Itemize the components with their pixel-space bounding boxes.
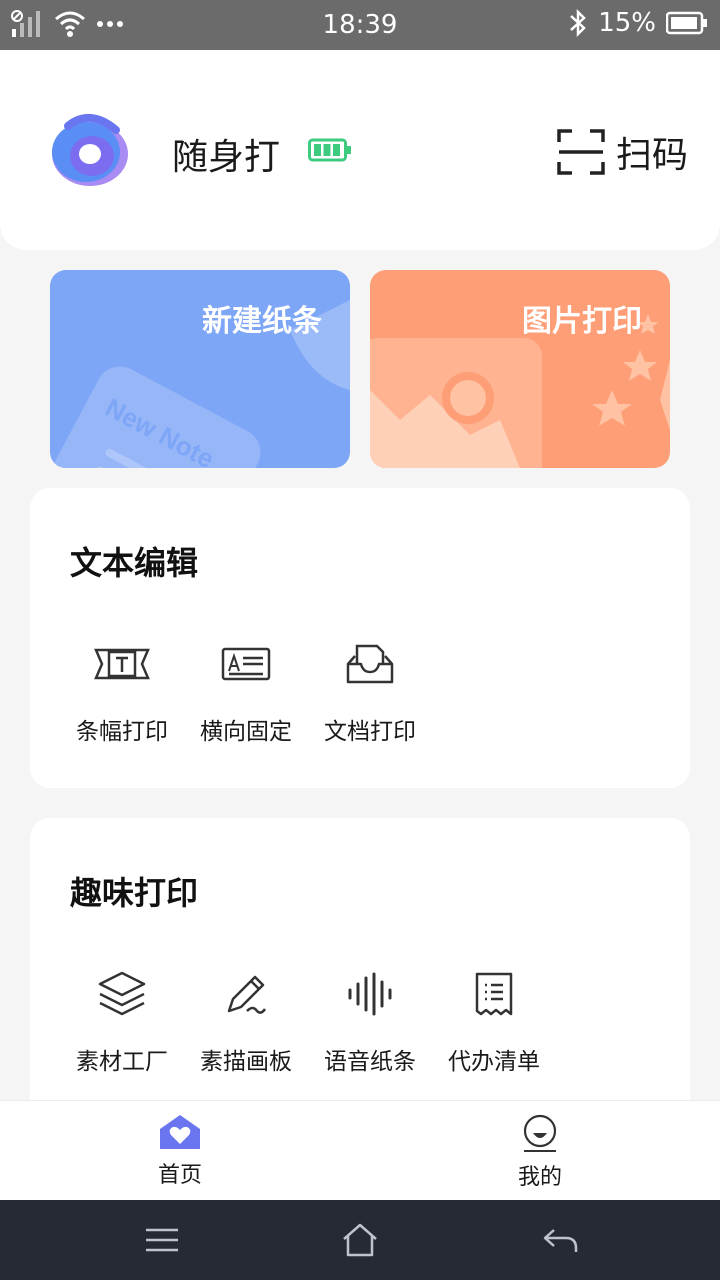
- tool-label: 代办清单: [448, 1049, 540, 1075]
- horizontal-fixed-icon: [218, 636, 274, 692]
- bottom-tab-bar: 首页 我的: [0, 1100, 720, 1200]
- home-icon[interactable]: [340, 1222, 380, 1258]
- voice-note-button[interactable]: 语音纸条: [308, 966, 432, 1076]
- todo-list-button[interactable]: 代办清单: [432, 966, 556, 1076]
- section-title: 文本编辑: [70, 544, 199, 582]
- section-title: 趣味打印: [70, 874, 199, 912]
- banner-print-button[interactable]: 条幅打印: [60, 636, 184, 746]
- bluetooth-icon: [570, 8, 587, 38]
- status-bar: 18:39 15%: [0, 0, 720, 50]
- tab-mine[interactable]: 我的: [470, 1113, 610, 1191]
- voice-wave-icon: [342, 966, 398, 1022]
- fun-print-card: 趣味打印 素材工厂 素描画板 语音纸条 代办清单: [30, 818, 690, 1118]
- document-print-icon: [342, 636, 398, 692]
- scan-label: 扫码: [615, 135, 688, 176]
- fun-print-tools: 素材工厂 素描画板 语音纸条 代办清单: [60, 966, 556, 1076]
- battery-icon: [666, 11, 707, 35]
- app-logo: [52, 114, 128, 186]
- tab-label: 我的: [517, 1165, 562, 1190]
- banner-title: 图片打印: [522, 304, 642, 339]
- back-icon[interactable]: [540, 1222, 580, 1258]
- banner-title: 新建纸条: [202, 304, 322, 339]
- tool-label: 横向固定: [200, 719, 292, 745]
- menu-icon[interactable]: [142, 1222, 182, 1258]
- profile-face-icon: [523, 1114, 557, 1152]
- tab-label: 首页: [157, 1163, 202, 1188]
- tool-label: 语音纸条: [324, 1049, 416, 1075]
- horizontal-fixed-button[interactable]: 横向固定: [184, 636, 308, 746]
- new-note-banner[interactable]: New Note 新建纸条: [50, 270, 350, 468]
- text-edit-tools: 条幅打印 横向固定 文档打印: [60, 636, 432, 746]
- status-right: 15%: [568, 8, 708, 38]
- tool-label: 文档打印: [324, 719, 416, 745]
- battery-percent: 15%: [598, 8, 656, 38]
- system-nav-bar: [0, 1200, 720, 1280]
- app-header: 随身打 扫码: [0, 50, 720, 250]
- sketch-board-button[interactable]: 素描画板: [184, 966, 308, 1076]
- pencil-icon: [218, 966, 274, 1022]
- layers-icon: [94, 966, 150, 1022]
- document-print-button[interactable]: 文档打印: [308, 636, 432, 746]
- tool-label: 素描画板: [200, 1049, 292, 1075]
- material-factory-button[interactable]: 素材工厂: [60, 966, 184, 1076]
- checklist-icon: [466, 966, 522, 1022]
- scan-icon: [557, 129, 605, 175]
- scan-button[interactable]: 扫码: [556, 126, 688, 178]
- tab-home[interactable]: 首页: [110, 1113, 250, 1189]
- banner-print-icon: [94, 636, 150, 692]
- home-heart-icon: [160, 1115, 200, 1149]
- battery-full-icon: [308, 138, 351, 162]
- text-edit-card: 文本编辑 条幅打印 横向固定 文档打印: [30, 488, 690, 788]
- tool-label: 素材工厂: [76, 1049, 168, 1075]
- image-print-banner[interactable]: 图片打印: [370, 270, 670, 468]
- app-name: 随身打: [172, 137, 281, 178]
- tool-label: 条幅打印: [76, 719, 168, 745]
